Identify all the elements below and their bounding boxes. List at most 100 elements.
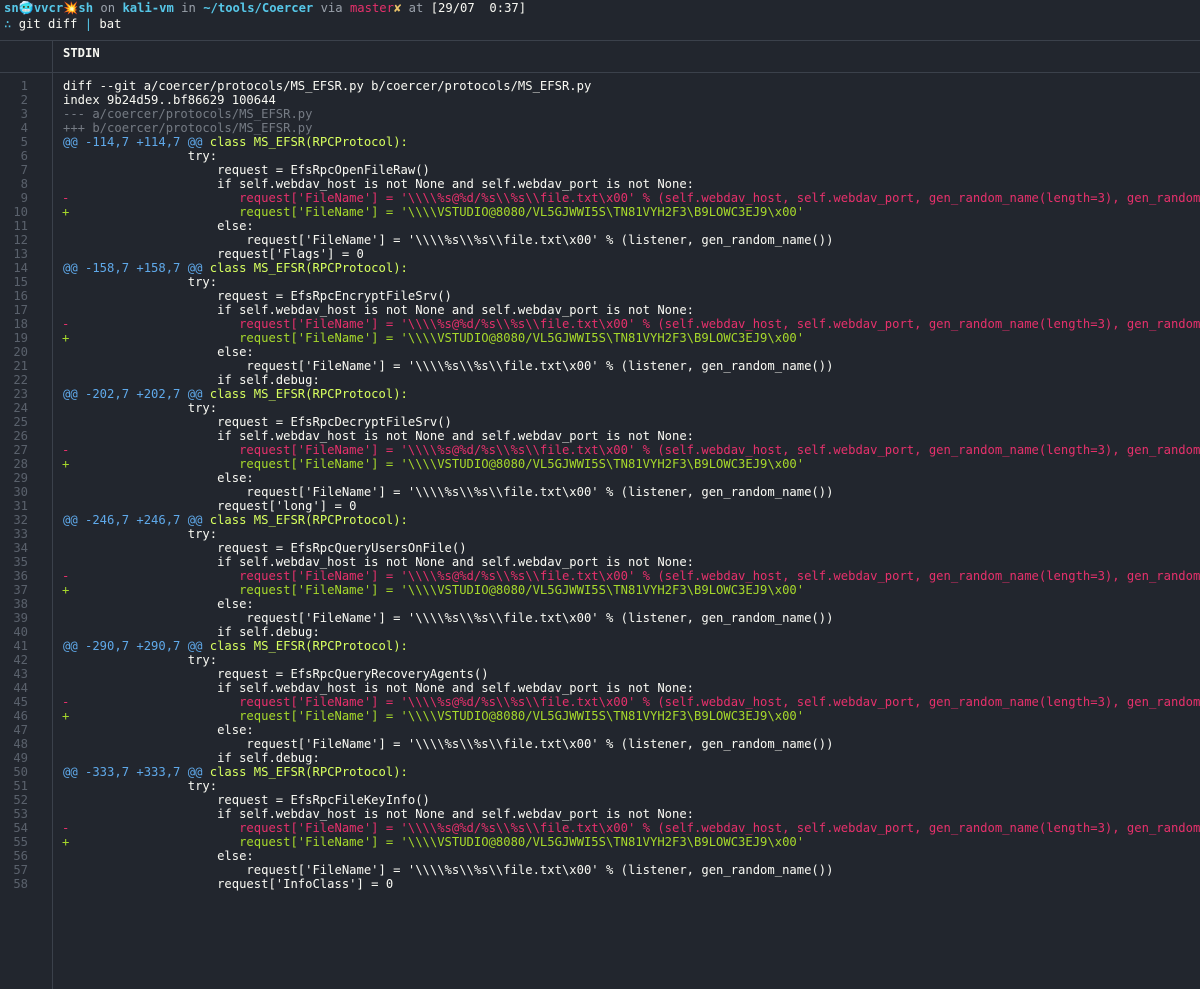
diff-context-line: 13 request['Flags'] = 0 xyxy=(0,247,1200,261)
diff-context-line: 51 try: xyxy=(0,779,1200,793)
code-text: request['FileName'] = '\\\\VSTUDIO@8080/… xyxy=(63,709,805,723)
line-number: 3 xyxy=(20,107,28,121)
code-text: request['FileName'] = '\\\\%s@%d/%s\\%s\… xyxy=(63,443,1200,457)
code-text: request = EfsRpcQueryRecoveryAgents() xyxy=(63,667,489,681)
code-text: if self.webdav_host is not None and self… xyxy=(63,429,695,443)
line-number: 11 xyxy=(13,219,28,233)
line-number: 8 xyxy=(20,177,28,191)
pager-command: bat xyxy=(99,17,122,31)
line-number: 51 xyxy=(13,779,28,793)
diff-context-line: 20 else: xyxy=(0,345,1200,359)
diff-context-line: 40 if self.debug: xyxy=(0,625,1200,639)
code-text: if self.webdav_host is not None and self… xyxy=(63,681,695,695)
code-text: request['FileName'] = '\\\\VSTUDIO@8080/… xyxy=(63,583,805,597)
header-gutter-divider xyxy=(52,40,53,72)
diff-removed-line: 27- request['FileName'] = '\\\\%s@%d/%s\… xyxy=(0,443,1200,457)
code-text: if self.webdav_host is not None and self… xyxy=(63,555,695,569)
diff-removed-line: 36- request['FileName'] = '\\\\%s@%d/%s\… xyxy=(0,569,1200,583)
line-number: 28 xyxy=(13,457,28,471)
line-number: 35 xyxy=(13,555,28,569)
code-text: request['FileName'] = '\\\\%s@%d/%s\\%s\… xyxy=(63,317,1200,331)
code-text: --- a/coercer/protocols/MS_EFSR.py xyxy=(63,107,313,121)
line-number: 34 xyxy=(13,541,28,555)
hunk-range: @@ -114,7 +114,7 @@ xyxy=(63,135,203,149)
line-number: 17 xyxy=(13,303,28,317)
diff-context-line: 22 if self.debug: xyxy=(0,373,1200,387)
diff-meta-line: 1 diff --git a/coercer/protocols/MS_EFSR.… xyxy=(0,79,1200,93)
line-number: 1 xyxy=(20,79,28,93)
line-number: 15 xyxy=(13,275,28,289)
line-number: 4 xyxy=(20,121,28,135)
code-text: diff --git a/coercer/protocols/MS_EFSR.p… xyxy=(63,79,592,93)
line-number: 49 xyxy=(13,751,28,765)
diff-context-line: 30 request['FileName'] = '\\\\%s\\%s\\fi… xyxy=(0,485,1200,499)
diff-context-line: 53 if self.webdav_host is not None and s… xyxy=(0,807,1200,821)
diff-context-line: 42 try: xyxy=(0,653,1200,667)
code-text: try: xyxy=(63,527,218,541)
line-number: 53 xyxy=(13,807,28,821)
shell-prompt: sn🥶vvcr💥sh on kali-vm in ~/tools/Coercer… xyxy=(4,0,526,16)
code-text: index 9b24d59..bf86629 100644 xyxy=(63,93,276,107)
hunk-range: @@ -158,7 +158,7 @@ xyxy=(63,261,203,275)
diff-added-line: 55 + request['FileName'] = '\\\\VSTUDIO@8… xyxy=(0,835,1200,849)
code-text: else: xyxy=(63,471,254,485)
line-number: 30 xyxy=(13,485,28,499)
diff-context-line: 33 try: xyxy=(0,527,1200,541)
prompt-path: ~/tools/Coercer xyxy=(203,1,314,15)
code-text: else: xyxy=(63,723,254,737)
diff-file-line: 4 +++ b/coercer/protocols/MS_EFSR.py xyxy=(0,121,1200,135)
diff-context-line: 56 else: xyxy=(0,849,1200,863)
hunk-range: @@ -246,7 +246,7 @@ xyxy=(63,513,203,527)
diff-added-line: 37 + request['FileName'] = '\\\\VSTUDIO@8… xyxy=(0,583,1200,597)
hunk-context: class MS_EFSR(RPCProtocol): xyxy=(202,513,408,527)
hunk-context: class MS_EFSR(RPCProtocol): xyxy=(202,765,408,779)
diff-context-line: 38 else: xyxy=(0,597,1200,611)
code-text: if self.webdav_host is not None and self… xyxy=(63,177,695,191)
diff-hunk-line: 14 @@ -158,7 +158,7 @@ class MS_EFSR(RPCP… xyxy=(0,261,1200,275)
line-number: 47 xyxy=(13,723,28,737)
code-text: request['FileName'] = '\\\\%s@%d/%s\\%s\… xyxy=(63,821,1200,835)
line-number: 54 xyxy=(13,821,28,835)
line-number: 19 xyxy=(13,331,28,345)
diff-context-line: 47 else: xyxy=(0,723,1200,737)
code-text: request = EfsRpcQueryUsersOnFile() xyxy=(63,541,467,555)
code-text: if self.webdav_host is not None and self… xyxy=(63,807,695,821)
diff-context-line: 17 if self.webdav_host is not None and s… xyxy=(0,303,1200,317)
header-top-rule xyxy=(0,40,1200,41)
diff-hunk-line: 50 @@ -333,7 +333,7 @@ class MS_EFSR(RPCP… xyxy=(0,765,1200,779)
line-number: 14 xyxy=(13,261,28,275)
code-text: request['FileName'] = '\\\\VSTUDIO@8080/… xyxy=(63,457,805,471)
prompt-at-word: at xyxy=(408,1,424,15)
diff-view[interactable]: 1 diff --git a/coercer/protocols/MS_EFSR.… xyxy=(0,79,1200,891)
code-text: request['long'] = 0 xyxy=(63,499,357,513)
line-number: 16 xyxy=(13,289,28,303)
code-text: else: xyxy=(63,849,254,863)
code-text: request = EfsRpcEncryptFileSrv() xyxy=(63,289,452,303)
prompt-git-branch: master xyxy=(349,1,394,15)
code-text: request['FileName'] = '\\\\%s@%d/%s\\%s\… xyxy=(63,191,1200,205)
diff-context-line: 16 request = EfsRpcEncryptFileSrv() xyxy=(0,289,1200,303)
hunk-range: @@ -290,7 +290,7 @@ xyxy=(63,639,203,653)
line-number: 42 xyxy=(13,653,28,667)
hunk-range: @@ -202,7 +202,7 @@ xyxy=(63,387,203,401)
diff-context-line: 6 try: xyxy=(0,149,1200,163)
code-text: request['FileName'] = '\\\\VSTUDIO@8080/… xyxy=(63,835,805,849)
code-text: request['InfoClass'] = 0 xyxy=(63,877,394,891)
line-number: 46 xyxy=(13,709,28,723)
code-text: @@ -114,7 +114,7 @@ class MS_EFSR(RPCPro… xyxy=(63,135,408,149)
diff-removed-line: 18- request['FileName'] = '\\\\%s@%d/%s\… xyxy=(0,317,1200,331)
diff-context-line: 24 try: xyxy=(0,401,1200,415)
diff-context-line: 26 if self.webdav_host is not None and s… xyxy=(0,429,1200,443)
code-text: if self.debug: xyxy=(63,625,320,639)
code-text: @@ -333,7 +333,7 @@ class MS_EFSR(RPCPro… xyxy=(63,765,408,779)
code-text: if self.debug: xyxy=(63,373,320,387)
line-number: 23 xyxy=(13,387,28,401)
diff-context-line: 58 request['InfoClass'] = 0 xyxy=(0,877,1200,891)
hunk-context: class MS_EFSR(RPCProtocol): xyxy=(202,135,408,149)
line-number: 2 xyxy=(20,93,28,107)
code-text: request = EfsRpcFileKeyInfo() xyxy=(63,793,430,807)
prompt-via-word: via xyxy=(320,1,343,15)
prompt-symbol-icon: ∴ xyxy=(4,17,12,31)
diff-added-line: 19 + request['FileName'] = '\\\\VSTUDIO@8… xyxy=(0,331,1200,345)
diff-context-line: 44 if self.webdav_host is not None and s… xyxy=(0,681,1200,695)
